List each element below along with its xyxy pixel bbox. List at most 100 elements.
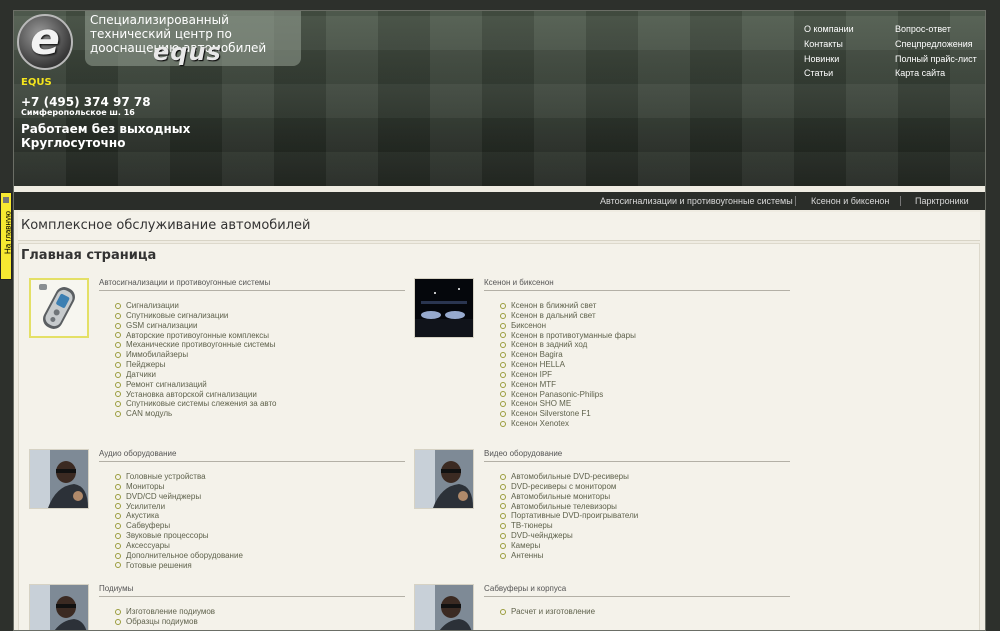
category-link[interactable]: Портативные DVD-проигрыватели [500,511,638,521]
home-side-tab[interactable]: На главную [0,192,12,280]
nav-link-sitemap[interactable]: Карта сайта [895,68,945,78]
category-link[interactable]: GSM сигнализации [115,321,277,331]
bullet-icon [500,608,506,615]
category-link[interactable]: Иммобилайзеры [115,350,277,360]
bullet-icon [500,493,506,500]
category-link[interactable]: Автомобильные телевизоры [500,502,638,512]
nav-link-pricelist[interactable]: Полный прайс-лист [895,54,977,64]
category-image-alarms[interactable] [29,278,89,338]
category-link[interactable]: Ремонт сигнализаций [115,380,277,390]
bullet-icon [115,532,121,539]
subnav-divider [900,196,901,206]
category-link[interactable]: Ксенон в дальний свет [500,311,636,321]
bullet-icon [115,352,121,359]
category-link[interactable]: Усилители [115,502,243,512]
bullet-icon [115,322,121,329]
bullet-icon [500,312,506,319]
category-link[interactable]: Ксенон Xenotex [500,419,636,429]
category-links: Головные устройства Мониторы DVD/CD чейн… [115,472,243,570]
nav-link-offers[interactable]: Спецпредложения [895,39,973,49]
subnav-parktronic[interactable]: Парктроники [915,196,969,206]
category-title[interactable]: Аудио оборудование [99,449,405,462]
category-link[interactable]: Установка авторской сигнализации [115,390,277,400]
category-title[interactable]: Подиумы [99,584,405,597]
category-image-audio[interactable] [29,449,89,509]
xenon-night-image [415,279,473,337]
category-link[interactable]: Антенны [500,551,638,561]
category-title[interactable]: Ксенон и биксенон [484,278,790,291]
category-link[interactable]: Акустика [115,511,243,521]
bullet-icon [500,552,506,559]
logo-emblem[interactable]: e [17,14,73,70]
category-link[interactable]: Звуковые процессоры [115,531,243,541]
category-title[interactable]: Видео оборудование [484,449,790,462]
category-link[interactable]: Биксенон [500,321,636,331]
bullet-icon [115,411,121,418]
category-link[interactable]: Ксенон MTF [500,380,636,390]
brand-name: EQUS [21,77,52,88]
category-links: Сигнализации Спутниковые сигнализации GS… [115,301,277,419]
category-image-subwoofers[interactable] [414,584,474,630]
nav-link-articles[interactable]: Статьи [804,68,833,78]
category-link[interactable]: Расчет и изготовление [500,607,595,617]
bullet-icon [500,523,506,530]
category-image-video[interactable] [414,449,474,509]
category-image-podiums[interactable] [29,584,89,630]
bullet-icon [115,381,121,388]
logo-letter: e [30,14,60,65]
category-link[interactable]: Пейджеры [115,360,277,370]
category-link[interactable]: Спутниковые сигнализации [115,311,277,321]
category-link[interactable]: Головные устройства [115,472,243,482]
category-title[interactable]: Автосигнализации и противоугонные систем… [99,278,405,291]
bullet-icon [500,361,506,368]
bullet-icon [115,401,121,408]
nav-link-contacts[interactable]: Контакты [804,39,843,49]
category-link[interactable]: Камеры [500,541,638,551]
nav-link-about[interactable]: О компании [804,24,854,34]
category-link[interactable]: Готовые решения [115,561,243,571]
category-title[interactable]: Сабвуферы и корпуса [484,584,790,597]
category-link[interactable]: Ксенон SHO ME [500,399,636,409]
category-link[interactable]: Образцы подиумов [115,617,215,627]
category-link[interactable]: Механические противоугонные системы [115,340,277,350]
bullet-icon [115,523,121,530]
category-links: Ксенон в ближний свет Ксенон в дальний с… [500,301,636,429]
category-link[interactable]: Ксенон в ближний свет [500,301,636,311]
category-link[interactable]: Автомобильные DVD-ресиверы [500,472,638,482]
category-link[interactable]: Сигнализации [115,301,277,311]
bullet-icon [115,312,121,319]
category-link[interactable]: Ксенон HELLA [500,360,636,370]
category-link[interactable]: ТВ-тюнеры [500,521,638,531]
subnav-alarms[interactable]: Автосигнализации и противоугонные систем… [600,196,793,206]
category-link[interactable]: Мониторы [115,482,243,492]
category-link[interactable]: Дополнительное оборудование [115,551,243,561]
nav-link-faq[interactable]: Вопрос-ответ [895,24,951,34]
subnav-xenon[interactable]: Ксенон и биксенон [811,196,889,206]
logo-panel[interactable]: Специализированный технический центр по … [85,11,301,66]
category-link[interactable]: Авторские противоугонные комплексы [115,331,277,341]
category-link[interactable]: Ксенон Panasonic-Philips [500,390,636,400]
category-link[interactable]: Ксенон Silverstone F1 [500,409,636,419]
page-frame: e Специализированный технический центр п… [13,10,986,631]
category-link[interactable]: Изготовление подиумов [115,607,215,617]
category-link[interactable]: Ксенон Bagira [500,350,636,360]
category-link[interactable]: Датчики [115,370,277,380]
category-link[interactable]: Аксессуары [115,541,243,551]
bullet-icon [115,483,121,490]
category-link[interactable]: Ксенон в противотуманные фары [500,331,636,341]
category-link[interactable]: DVD-чейнджеры [500,531,638,541]
category-link[interactable]: Автомобильные мониторы [500,492,638,502]
category-link[interactable]: DVD/CD чейнджеры [115,492,243,502]
car-technician-image [30,585,88,630]
bullet-icon [500,532,506,539]
category-image-xenon[interactable] [414,278,474,338]
nav-link-news[interactable]: Новинки [804,54,839,64]
category-link[interactable]: Сабвуферы [115,521,243,531]
category-link[interactable]: Спутниковые системы слежения за авто [115,399,277,409]
bullet-icon [500,381,506,388]
category-link[interactable]: Ксенон в задний ход [500,340,636,350]
category-link[interactable]: Ксенон IPF [500,370,636,380]
bullet-icon [500,401,506,408]
category-link[interactable]: CAN модуль [115,409,277,419]
category-link[interactable]: DVD-ресиверы с монитором [500,482,638,492]
